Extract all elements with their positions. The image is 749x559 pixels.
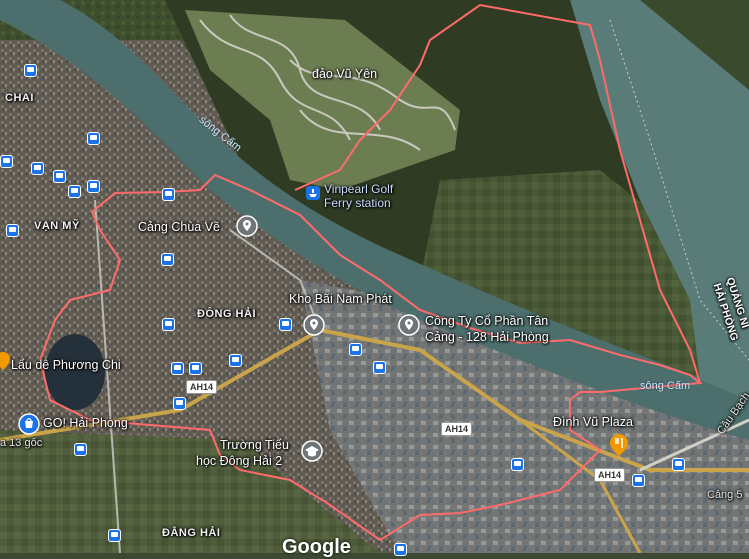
label-dong-hai: ĐÔNG HẢI (197, 308, 256, 320)
bus-stop-icon[interactable] (161, 253, 174, 266)
google-logo: Google (282, 536, 351, 558)
label-dao-vu-yen[interactable]: đảo Vũ Yên (312, 67, 377, 81)
bus-stop-icon[interactable] (632, 474, 645, 487)
bus-stop-icon[interactable] (87, 180, 100, 193)
place-pin-icon[interactable] (398, 314, 420, 336)
bus-stop-icon[interactable] (394, 543, 407, 556)
bus-stop-icon[interactable] (0, 155, 13, 168)
bus-stop-icon[interactable] (24, 64, 37, 77)
label-cang-chua-ve[interactable]: Cảng Chùa Vẽ (138, 220, 220, 234)
bus-stop-icon[interactable] (87, 132, 100, 145)
food-pin-icon[interactable] (610, 434, 628, 456)
shopping-pin-icon[interactable] (18, 413, 40, 435)
label-go-hai-phong[interactable]: GO! Hải Phòng (43, 416, 128, 430)
label-cang-5[interactable]: Cảng 5 (707, 489, 742, 501)
bus-stop-icon[interactable] (53, 170, 66, 183)
label-vinpearl[interactable]: Vinpearl Golf (324, 182, 393, 196)
bus-stop-icon[interactable] (173, 397, 186, 410)
label-chai: CHAI (5, 92, 34, 104)
bus-stop-icon[interactable] (511, 458, 524, 471)
label-cong-ty-tan-cang-2[interactable]: Cảng - 128 Hải Phòng (425, 330, 549, 344)
label-cong-ty-tan-cang[interactable]: Công Ty Cổ Phần Tân (425, 314, 548, 328)
label-truong-tieu-hoc-2[interactable]: học Đông Hải 2 (196, 454, 282, 468)
label-lau-de-phuong-chi[interactable]: Lẩu dê Phương Chi (11, 358, 121, 372)
food-pin-icon[interactable] (0, 352, 10, 370)
bus-stop-icon[interactable] (6, 224, 19, 237)
satellite-map[interactable] (0, 0, 749, 553)
bus-stop-icon[interactable] (162, 318, 175, 331)
label-song-cam-2: sông Cấm (640, 380, 691, 392)
label-van-my: VẠN MỸ (34, 220, 80, 232)
bus-stop-icon[interactable] (189, 362, 202, 375)
label-dinh-vu-plaza[interactable]: Đình Vũ Plaza (553, 415, 633, 429)
highway-shield: AH14 (441, 422, 473, 436)
bus-stop-icon[interactable] (229, 354, 242, 367)
highway-shield: AH14 (594, 468, 626, 482)
bus-stop-icon[interactable] (349, 343, 362, 356)
label-dang-hai: ĐẰNG HẢI (162, 527, 221, 539)
bus-stop-icon[interactable] (31, 162, 44, 175)
bus-stop-icon[interactable] (373, 361, 386, 374)
bus-stop-icon[interactable] (171, 362, 184, 375)
bus-stop-icon[interactable] (162, 188, 175, 201)
place-pin-icon[interactable] (236, 215, 258, 237)
label-ferry-station[interactable]: Ferry station (324, 196, 391, 210)
place-pin-icon[interactable] (303, 314, 325, 336)
bus-stop-icon[interactable] (672, 458, 685, 471)
bus-stop-icon[interactable] (108, 529, 121, 542)
highway-shield: AH14 (186, 380, 218, 394)
label-truong-tieu-hoc[interactable]: Trường Tiểu (220, 438, 289, 452)
school-pin-icon[interactable] (301, 440, 323, 462)
bus-stop-icon[interactable] (279, 318, 292, 331)
bus-stop-icon[interactable] (68, 185, 81, 198)
ferry-icon[interactable] (306, 186, 320, 200)
bus-stop-icon[interactable] (74, 443, 87, 456)
label-kho-bai-nam-phat[interactable]: Kho Bãi Nam Phát (289, 292, 392, 306)
label-nga-13-goc[interactable]: a 13 gốc (0, 437, 42, 449)
